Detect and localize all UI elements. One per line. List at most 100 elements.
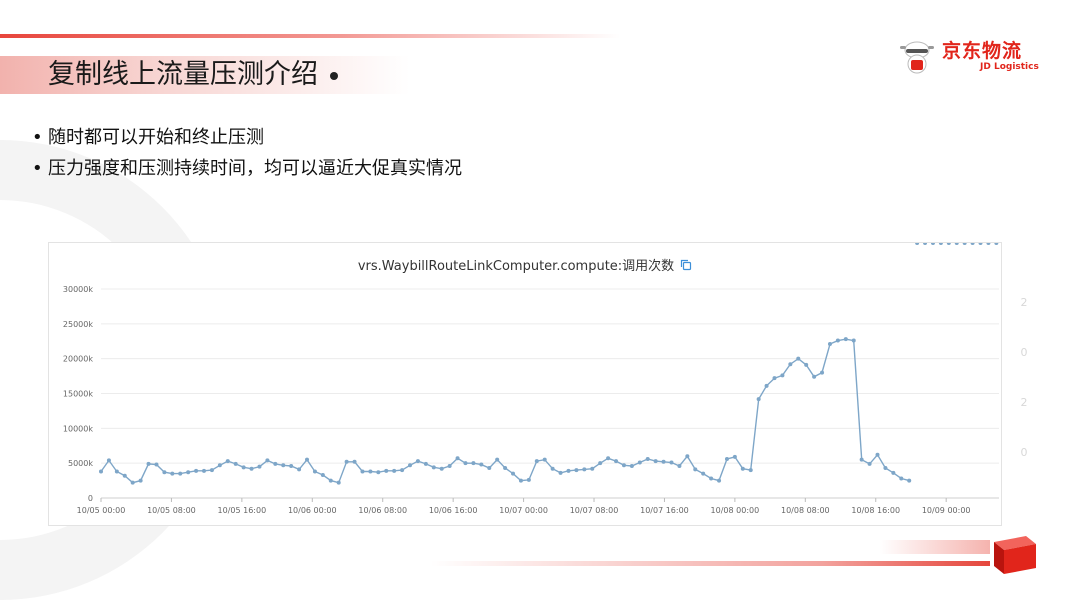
data-point xyxy=(907,478,912,483)
data-point xyxy=(994,243,999,245)
data-point xyxy=(978,243,983,245)
data-point xyxy=(526,477,531,482)
logo-name-en: JD Logistics xyxy=(980,62,1039,72)
bottom-accent-fade xyxy=(880,540,990,554)
y-tick-label: 0 xyxy=(88,494,93,503)
data-point xyxy=(812,374,817,379)
data-point xyxy=(740,466,745,471)
data-point xyxy=(186,470,191,475)
logo-name-cn: 京东物流 xyxy=(942,40,1023,62)
data-point xyxy=(590,466,595,471)
data-point xyxy=(859,457,864,462)
series-line xyxy=(100,338,910,484)
data-point xyxy=(772,376,777,381)
data-point xyxy=(352,459,357,464)
slide-title: 复制线上流量压测介绍 xyxy=(48,56,338,94)
side-vertical-marks: 2 0 2 0 xyxy=(1014,296,1034,496)
jd-mascot-icon xyxy=(900,41,934,74)
data-point xyxy=(138,478,143,483)
data-point xyxy=(431,465,436,470)
x-tick-label: 10/08 16:00 xyxy=(851,506,900,515)
data-point xyxy=(748,468,753,473)
y-tick-label: 25000k xyxy=(63,320,93,329)
data-point xyxy=(202,468,207,473)
copy-icon[interactable] xyxy=(680,259,692,271)
data-point xyxy=(503,466,508,471)
data-point xyxy=(281,463,286,468)
data-point xyxy=(645,456,650,461)
data-point xyxy=(194,468,199,473)
bullet-item-2: 压力强度和压测持续时间，均可以逼近大促真实情况 xyxy=(32,153,462,184)
data-point xyxy=(495,457,500,462)
data-point xyxy=(867,461,872,466)
x-tick-label: 10/08 08:00 xyxy=(781,506,830,515)
data-point xyxy=(511,471,516,476)
x-tick-label: 10/05 00:00 xyxy=(77,506,126,515)
bullet-item-1: 随时都可以开始和终止压测 xyxy=(32,122,462,153)
chart-title: vrs.WaybillRouteLinkComputer.compute:调用次… xyxy=(49,255,1001,274)
data-point xyxy=(471,461,476,466)
data-point xyxy=(130,480,135,485)
data-point xyxy=(344,459,349,464)
data-point xyxy=(606,456,611,461)
data-point xyxy=(843,337,848,342)
data-point xyxy=(827,342,832,347)
x-tick-label: 10/05 16:00 xyxy=(218,506,267,515)
data-point xyxy=(796,356,801,361)
data-point xyxy=(487,466,492,471)
side-mark: 0 xyxy=(1020,446,1028,459)
y-tick-label: 20000k xyxy=(63,355,93,364)
data-point xyxy=(106,458,111,463)
data-point xyxy=(954,243,959,245)
x-tick-label: 10/06 00:00 xyxy=(288,506,337,515)
y-tick-label: 15000k xyxy=(63,390,93,399)
data-point xyxy=(851,338,856,343)
data-point xyxy=(336,480,341,485)
chart-panel: 0 5000k 10000k 15000k 20000k 25000k 30000k 10/0… xyxy=(48,242,1002,526)
side-mark: 2 xyxy=(1020,296,1028,309)
data-point xyxy=(685,454,690,459)
data-point xyxy=(764,383,769,388)
y-tick-label: 10000k xyxy=(63,424,93,433)
data-point xyxy=(265,458,270,463)
x-tick-label: 10/09 00:00 xyxy=(922,506,971,515)
data-point xyxy=(439,466,444,471)
line-chart: 0 5000k 10000k 15000k 20000k 25000k 30000k 10/0… xyxy=(63,243,999,515)
data-point xyxy=(724,456,729,461)
data-point xyxy=(835,338,840,343)
y-tick-label: 5000k xyxy=(68,459,93,468)
data-point xyxy=(923,243,928,245)
data-point xyxy=(289,463,294,468)
data-point xyxy=(479,462,484,467)
data-point xyxy=(732,454,737,459)
data-point xyxy=(368,469,373,474)
x-tick-label: 10/05 08:00 xyxy=(147,506,196,515)
data-point xyxy=(820,370,825,375)
data-point xyxy=(312,469,317,474)
data-point xyxy=(598,461,603,466)
data-point xyxy=(574,468,579,473)
data-point xyxy=(701,471,706,476)
data-point xyxy=(542,457,547,462)
data-point xyxy=(629,463,634,468)
data-point xyxy=(162,470,167,475)
data-point xyxy=(946,243,951,245)
data-point xyxy=(305,457,310,462)
data-point xyxy=(114,469,119,474)
data-point xyxy=(400,468,405,473)
data-point xyxy=(408,463,413,468)
data-point xyxy=(986,243,991,245)
bullet-list: 随时都可以开始和终止压测 压力强度和压测持续时间，均可以逼近大促真实情况 xyxy=(32,122,462,184)
data-point xyxy=(693,467,698,472)
data-point xyxy=(534,459,539,464)
data-point xyxy=(241,465,246,470)
y-tick-label: 30000k xyxy=(63,285,93,294)
data-point xyxy=(637,460,642,465)
data-point xyxy=(249,466,254,471)
slide-title-text: 复制线上流量压测介绍 xyxy=(48,59,318,90)
x-tick-label: 10/06 16:00 xyxy=(429,506,478,515)
x-tick-label: 10/07 00:00 xyxy=(499,506,548,515)
data-point xyxy=(217,463,222,468)
data-point xyxy=(780,373,785,378)
data-point xyxy=(566,468,571,473)
